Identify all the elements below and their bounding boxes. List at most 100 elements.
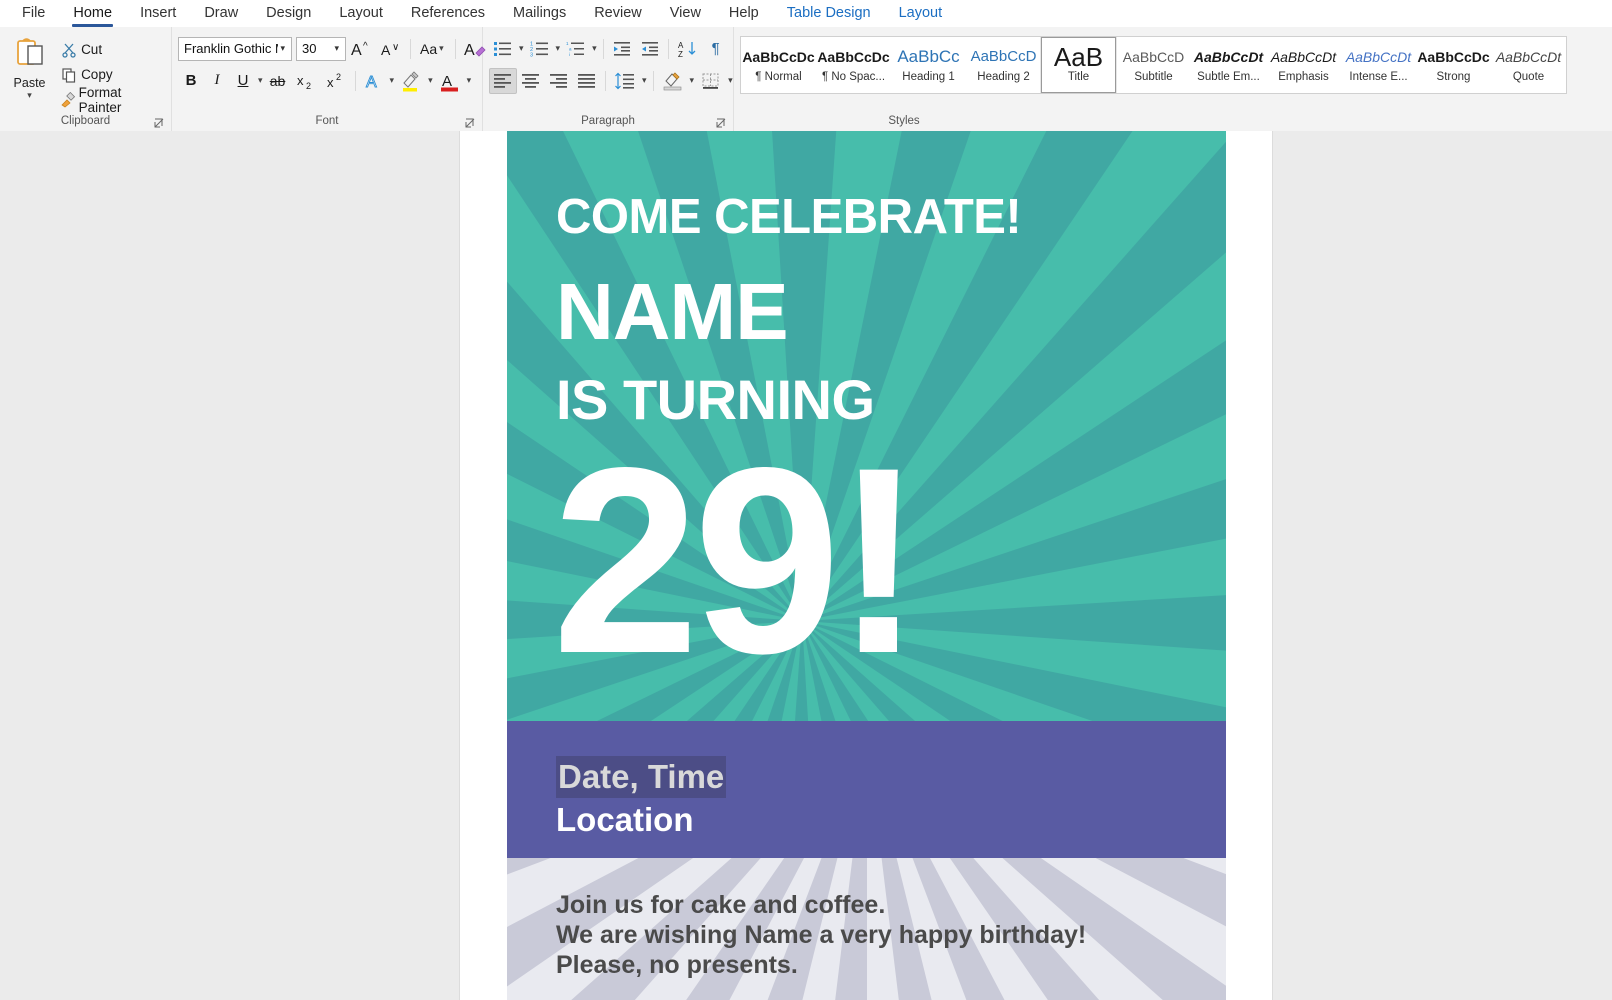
style-item-title[interactable]: AaB Title bbox=[1040, 37, 1117, 93]
chevron-down-icon[interactable]: ▾ bbox=[426, 75, 435, 86]
tab-insert[interactable]: Insert bbox=[126, 1, 190, 27]
card-age[interactable]: 29! bbox=[552, 411, 923, 711]
chevron-down-icon[interactable]: ▾ bbox=[554, 43, 563, 54]
strikethrough-button[interactable]: ab bbox=[265, 68, 291, 94]
shrink-font-button[interactable]: A ∨ bbox=[376, 36, 406, 62]
style-label: Heading 2 bbox=[977, 71, 1030, 83]
style-preview: AaBbCcDt bbox=[1495, 49, 1562, 65]
chevron-down-icon[interactable]: ▾ bbox=[590, 43, 599, 54]
format-painter-button[interactable]: Format Painter bbox=[57, 85, 165, 115]
decrease-indent-button[interactable] bbox=[608, 36, 636, 62]
card-body-text[interactable]: Join us for cake and coffee. We are wish… bbox=[556, 891, 1086, 981]
style-preview: AaBbCc bbox=[897, 47, 960, 66]
card-headline[interactable]: COME CELEBRATE! bbox=[556, 191, 1022, 243]
chevron-down-icon[interactable]: ▾ bbox=[332, 43, 343, 54]
style-item-no-spacing[interactable]: AaBbCcDc ¶ No Spac... bbox=[816, 37, 891, 93]
clipboard-dialog-launcher[interactable] bbox=[154, 118, 165, 129]
align-center-button[interactable] bbox=[517, 68, 545, 94]
tab-file[interactable]: File bbox=[8, 1, 59, 27]
font-name-combobox[interactable]: Franklin Gothic M ▾ bbox=[178, 36, 292, 61]
tab-layout[interactable]: Layout bbox=[325, 1, 397, 27]
paste-button[interactable]: Paste ▾ bbox=[6, 34, 53, 100]
align-left-button[interactable] bbox=[489, 67, 517, 94]
text-effects-button[interactable]: A bbox=[360, 68, 388, 94]
paste-label: Paste bbox=[13, 76, 46, 90]
tab-home[interactable]: Home bbox=[59, 1, 126, 27]
style-label: Title bbox=[1067, 71, 1090, 83]
cut-button[interactable]: Cut bbox=[57, 37, 165, 62]
bold-button[interactable]: B bbox=[178, 68, 204, 94]
style-preview: AaBbCcD bbox=[970, 48, 1037, 65]
tab-draw[interactable]: Draw bbox=[190, 1, 252, 27]
svg-text:A: A bbox=[678, 41, 684, 50]
text-highlight-color-button[interactable] bbox=[396, 68, 426, 94]
style-item-normal[interactable]: AaBbCcDc ¶ Normal bbox=[741, 37, 816, 93]
style-label: ¶ Normal bbox=[755, 71, 802, 83]
card-date-time[interactable]: Date, Time bbox=[556, 756, 727, 798]
tab-help[interactable]: Help bbox=[715, 1, 773, 27]
tab-view[interactable]: View bbox=[656, 1, 715, 27]
shading-button[interactable] bbox=[658, 68, 688, 94]
font-size-combobox[interactable]: 30 ▾ bbox=[296, 36, 346, 61]
change-case-button[interactable]: Aa ▾ bbox=[415, 36, 451, 62]
italic-button[interactable]: I bbox=[204, 68, 230, 94]
invitation-card[interactable]: COME CELEBRATE! NAME IS TURNING 29! Date… bbox=[507, 131, 1226, 1000]
multilevel-list-button[interactable]: 1 a i bbox=[562, 36, 590, 62]
font-size-value: 30 bbox=[302, 41, 317, 56]
justify-button[interactable] bbox=[573, 68, 601, 94]
chevron-down-icon[interactable]: ▾ bbox=[388, 75, 397, 86]
borders-button[interactable] bbox=[696, 68, 726, 94]
style-preview: AaBbCcD bbox=[1122, 49, 1185, 65]
copy-button[interactable]: Copy bbox=[57, 62, 165, 87]
style-item-subtitle[interactable]: AaBbCcD Subtitle bbox=[1116, 37, 1191, 93]
style-item-strong[interactable]: AaBbCcDc Strong bbox=[1416, 37, 1491, 93]
chevron-down-icon[interactable]: ▾ bbox=[437, 43, 446, 54]
underline-button[interactable]: U bbox=[230, 68, 256, 94]
sort-button[interactable]: A Z bbox=[673, 36, 703, 62]
chevron-down-icon[interactable]: ▾ bbox=[27, 91, 32, 100]
show-formatting-marks-button[interactable]: ¶ bbox=[703, 36, 729, 62]
document-page[interactable]: COME CELEBRATE! NAME IS TURNING 29! Date… bbox=[460, 131, 1272, 1000]
copy-icon bbox=[57, 67, 81, 83]
document-canvas[interactable]: COME CELEBRATE! NAME IS TURNING 29! Date… bbox=[0, 131, 1612, 1000]
chevron-down-icon[interactable]: ▾ bbox=[256, 75, 265, 86]
tab-table-design[interactable]: Table Design bbox=[773, 1, 885, 27]
card-location[interactable]: Location bbox=[556, 799, 694, 841]
chevron-down-icon[interactable]: ▾ bbox=[278, 43, 289, 54]
font-color-button[interactable]: A bbox=[435, 68, 465, 94]
tab-mailings[interactable]: Mailings bbox=[499, 1, 580, 27]
increase-indent-button[interactable] bbox=[636, 36, 664, 62]
line-spacing-button[interactable] bbox=[610, 68, 640, 94]
superscript-button[interactable]: x2 bbox=[321, 68, 351, 94]
style-label: Subtitle bbox=[1134, 71, 1173, 83]
card-text-layer: COME CELEBRATE! NAME IS TURNING 29! Date… bbox=[507, 131, 1226, 1000]
align-right-button[interactable] bbox=[545, 68, 573, 94]
svg-text:∨: ∨ bbox=[392, 42, 399, 53]
tab-design[interactable]: Design bbox=[252, 1, 325, 27]
card-name[interactable]: NAME bbox=[556, 271, 789, 353]
chevron-down-icon[interactable]: ▾ bbox=[465, 75, 474, 86]
tab-references[interactable]: References bbox=[397, 1, 499, 27]
bullets-button[interactable] bbox=[489, 36, 517, 62]
font-group-label: Font bbox=[315, 115, 339, 127]
style-item-intense-emphasis[interactable]: AaBbCcDt Intense E... bbox=[1341, 37, 1416, 93]
styles-gallery[interactable]: AaBbCcDc ¶ Normal AaBbCcDc ¶ No Spac... … bbox=[740, 36, 1567, 94]
numbering-button[interactable]: 1 2 3 bbox=[526, 36, 554, 62]
font-dialog-launcher[interactable] bbox=[465, 118, 476, 129]
chevron-down-icon[interactable]: ▾ bbox=[517, 43, 526, 54]
chevron-down-icon[interactable]: ▾ bbox=[688, 75, 697, 86]
tab-table-layout[interactable]: Layout bbox=[885, 1, 957, 27]
chevron-down-icon[interactable]: ▾ bbox=[640, 75, 649, 86]
ribbon: File Home Insert Draw Design Layout Refe… bbox=[0, 0, 1612, 131]
style-item-quote[interactable]: AaBbCcDt Quote bbox=[1491, 37, 1566, 93]
style-item-emphasis[interactable]: AaBbCcDt Emphasis bbox=[1266, 37, 1341, 93]
paragraph-dialog-launcher[interactable] bbox=[716, 118, 727, 129]
style-item-heading-1[interactable]: AaBbCc Heading 1 bbox=[891, 37, 966, 93]
style-item-subtle-emphasis[interactable]: AaBbCcDt Subtle Em... bbox=[1191, 37, 1266, 93]
subscript-button[interactable]: x2 bbox=[291, 68, 321, 94]
style-label: Strong bbox=[1436, 71, 1471, 83]
style-label: Intense E... bbox=[1349, 71, 1408, 83]
style-item-heading-2[interactable]: AaBbCcD Heading 2 bbox=[966, 37, 1041, 93]
grow-font-button[interactable]: A ^ bbox=[346, 36, 376, 62]
tab-review[interactable]: Review bbox=[580, 1, 656, 27]
